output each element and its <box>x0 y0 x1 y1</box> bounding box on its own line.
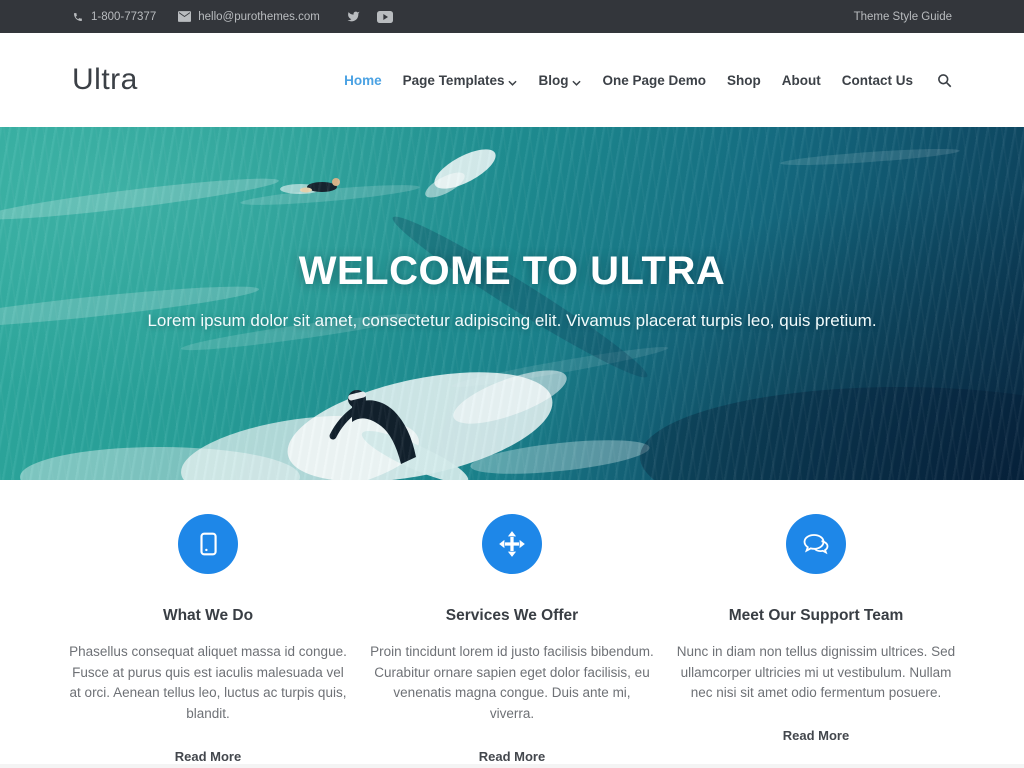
feature-title: What We Do <box>66 607 350 625</box>
feature-card-support-team: Meet Our Support Team Nunc in diam non t… <box>664 514 968 766</box>
feature-title: Services We Offer <box>370 607 654 625</box>
move-icon[interactable] <box>482 514 542 574</box>
site-logo[interactable]: Ultra <box>72 63 138 97</box>
topbar: 1-800-77377 hello@purothemes.com Theme S… <box>0 0 1024 33</box>
chat-icon[interactable] <box>786 514 846 574</box>
search-icon[interactable] <box>937 73 952 88</box>
phone-number: 1-800-77377 <box>91 11 156 23</box>
feature-card-services: Services We Offer Proin tincidunt lorem … <box>360 514 664 766</box>
envelope-icon <box>178 11 191 22</box>
phone-icon <box>72 11 84 23</box>
feature-text: Proin tincidunt lorem id justo facilisis… <box>370 642 654 725</box>
features-section: What We Do Phasellus consequat aliquet m… <box>0 480 1024 766</box>
email-link[interactable]: hello@purothemes.com <box>178 11 320 23</box>
youtube-icon[interactable] <box>377 11 393 23</box>
nav-item-one-page-demo[interactable]: One Page Demo <box>602 73 706 88</box>
hero-banner: WELCOME TO ULTRA Lorem ipsum dolor sit a… <box>0 127 1024 480</box>
tablet-icon[interactable] <box>178 514 238 574</box>
site-header: Ultra Home Page Templates Blog One Page … <box>0 33 1024 127</box>
nav-item-contact-us[interactable]: Contact Us <box>842 73 913 88</box>
feature-card-what-we-do: What We Do Phasellus consequat aliquet m… <box>56 514 360 766</box>
chevron-down-icon <box>572 74 581 89</box>
nav-item-blog[interactable]: Blog <box>538 72 581 89</box>
hero-subtitle: Lorem ipsum dolor sit amet, consectetur … <box>147 311 876 331</box>
main-nav: Home Page Templates Blog One Page Demo S… <box>344 72 952 89</box>
read-more-link[interactable]: Read More <box>175 749 241 764</box>
phone-link[interactable]: 1-800-77377 <box>72 11 156 23</box>
nav-item-about[interactable]: About <box>782 73 821 88</box>
nav-item-home[interactable]: Home <box>344 73 382 88</box>
twitter-icon[interactable] <box>346 10 361 23</box>
nav-item-shop[interactable]: Shop <box>727 73 761 88</box>
hero-title: WELCOME TO ULTRA <box>299 249 725 294</box>
feature-title: Meet Our Support Team <box>674 607 958 625</box>
theme-style-guide-link[interactable]: Theme Style Guide <box>854 11 952 23</box>
page-bottom-divider <box>0 764 1024 768</box>
feature-text: Phasellus consequat aliquet massa id con… <box>66 642 350 725</box>
nav-item-page-templates[interactable]: Page Templates <box>403 72 518 89</box>
chevron-down-icon <box>508 74 517 89</box>
read-more-link[interactable]: Read More <box>783 728 849 743</box>
read-more-link[interactable]: Read More <box>479 749 545 764</box>
feature-text: Nunc in diam non tellus dignissim ultric… <box>674 642 958 704</box>
email-address: hello@purothemes.com <box>198 11 320 23</box>
